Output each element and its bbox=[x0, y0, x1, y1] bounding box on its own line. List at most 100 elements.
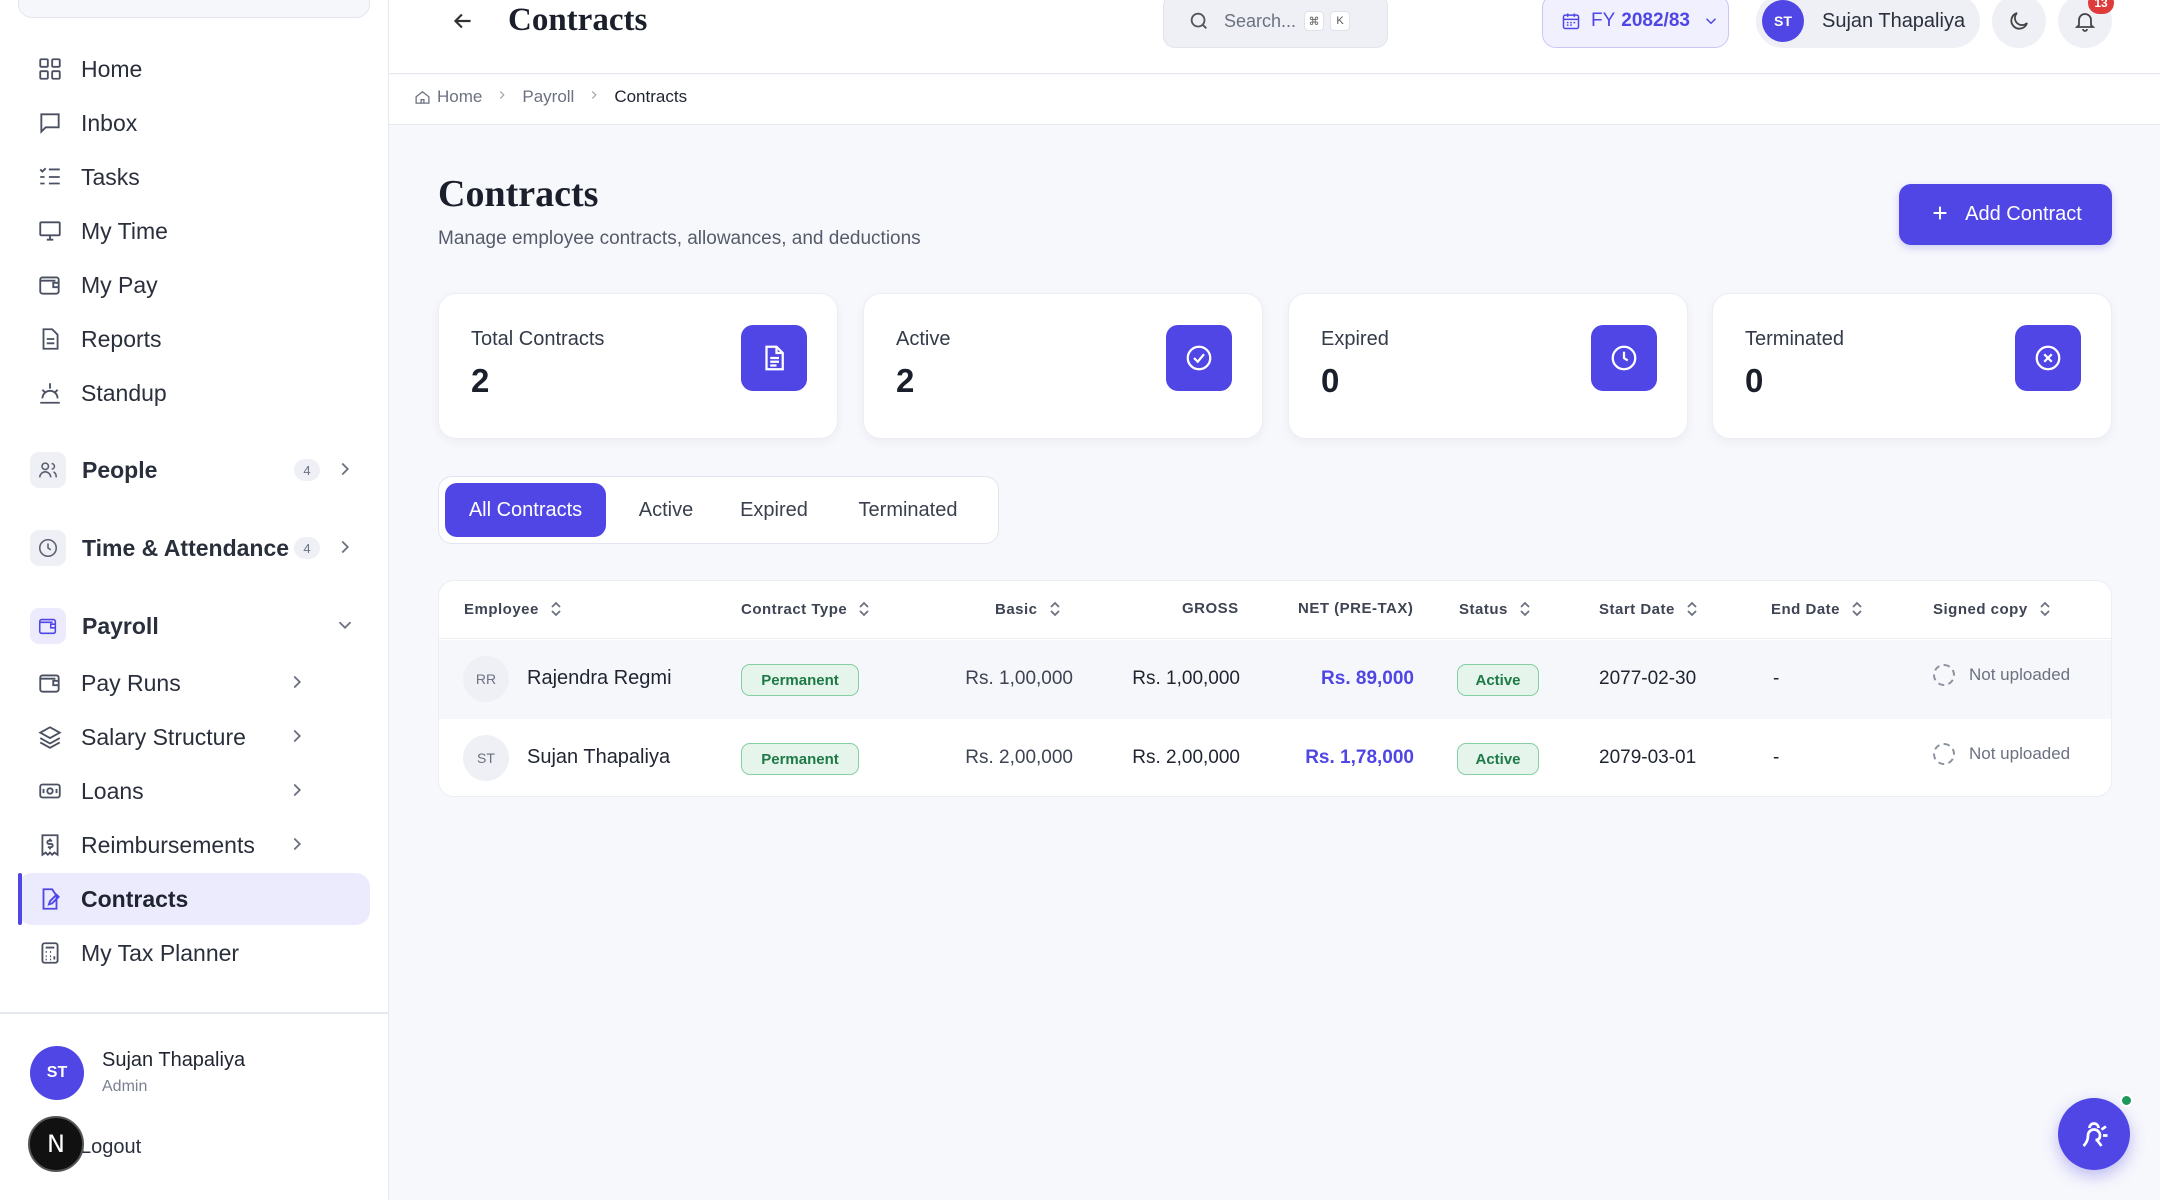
kbd-key: K bbox=[1330, 11, 1351, 31]
avatar[interactable]: ST bbox=[30, 1046, 84, 1100]
table-row[interactable]: RR Rajendra Regmi Permanent Rs. 1,00,000… bbox=[439, 640, 2111, 719]
column-header-gross: GROSS bbox=[1182, 600, 1239, 617]
count-badge: 4 bbox=[294, 537, 320, 559]
assistant-button[interactable] bbox=[2058, 1098, 2130, 1170]
sidebar-item-my-pay[interactable]: My Pay bbox=[18, 259, 370, 311]
stat-card-total: Total Contracts 2 bbox=[438, 293, 838, 439]
search-icon bbox=[1188, 10, 1210, 32]
column-label: NET (PRE-TAX) bbox=[1298, 600, 1414, 617]
table-row[interactable]: ST Sujan Thapaliya Permanent Rs. 2,00,00… bbox=[439, 719, 2111, 796]
employee-avatar: ST bbox=[463, 735, 509, 781]
tab-terminated[interactable]: Terminated bbox=[839, 483, 977, 537]
sidebar: Home Inbox Tasks My Time My Pay Reports … bbox=[0, 0, 389, 1200]
sidebar-item-my-time[interactable]: My Time bbox=[18, 205, 370, 257]
stat-label: Total Contracts bbox=[471, 328, 605, 350]
table-header: Employee Contract Type Basic GROSS NET (… bbox=[439, 581, 2111, 639]
chevron-right-icon bbox=[286, 671, 308, 699]
sidebar-item-label: Reimbursements bbox=[81, 831, 255, 858]
stat-value: 2 bbox=[896, 362, 915, 399]
sidebar-item-home[interactable]: Home bbox=[18, 43, 370, 95]
back-arrow-icon[interactable] bbox=[448, 6, 478, 36]
column-header-signed-copy[interactable]: Signed copy bbox=[1933, 600, 2052, 618]
start-date: 2079-03-01 bbox=[1599, 747, 1697, 768]
stat-value: 2 bbox=[471, 362, 490, 399]
tab-expired[interactable]: Expired bbox=[727, 483, 821, 537]
breadcrumb-current: Contracts bbox=[614, 87, 688, 106]
sidebar-item-my-tax-planner[interactable]: My Tax Planner bbox=[18, 927, 370, 979]
column-label: Status bbox=[1459, 600, 1508, 618]
chevron-right-icon bbox=[286, 779, 308, 807]
employee-name: Rajendra Regmi bbox=[527, 667, 672, 689]
add-contract-button[interactable]: Add Contract bbox=[1899, 184, 2112, 245]
sidebar-item-tasks[interactable]: Tasks bbox=[18, 151, 370, 203]
sidebar-group-people[interactable]: People 4 bbox=[18, 444, 370, 496]
contract-type-badge: Permanent bbox=[741, 743, 859, 775]
sidebar-item-reports[interactable]: Reports bbox=[18, 313, 370, 365]
sidebar-item-reimbursements[interactable]: Reimbursements bbox=[18, 819, 370, 871]
sidebar-item-label: Standup bbox=[81, 379, 167, 406]
breadcrumb-home[interactable]: Home bbox=[437, 87, 482, 107]
active-indicator bbox=[18, 873, 22, 925]
gross-salary: Rs. 1,00,000 bbox=[1132, 668, 1240, 689]
logout-link[interactable]: Logout bbox=[80, 1136, 141, 1159]
column-header-status[interactable]: Status bbox=[1459, 600, 1532, 618]
avatar: ST bbox=[1762, 0, 1804, 42]
accessibility-icon bbox=[2076, 1116, 2112, 1152]
basic-salary: Rs. 2,00,000 bbox=[965, 747, 1073, 768]
sidebar-item-standup[interactable]: Standup bbox=[18, 367, 370, 419]
header-title: Contracts bbox=[508, 2, 648, 38]
tab-all-contracts[interactable]: All Contracts bbox=[445, 483, 606, 537]
search-placeholder: Search... bbox=[1224, 10, 1297, 31]
chevron-right-icon bbox=[286, 833, 308, 861]
column-header-start-date[interactable]: Start Date bbox=[1599, 600, 1699, 618]
signed-copy-status[interactable]: Not uploaded bbox=[1933, 743, 2070, 765]
moon-icon bbox=[2007, 9, 2031, 33]
sidebar-item-pay-runs[interactable]: Pay Runs bbox=[18, 657, 370, 709]
sidebar-item-loans[interactable]: Loans bbox=[18, 765, 370, 817]
sidebar-item-salary-structure[interactable]: Salary Structure bbox=[18, 711, 370, 763]
column-header-contract-type[interactable]: Contract Type bbox=[741, 600, 871, 618]
user-role: Admin bbox=[102, 1078, 148, 1095]
sidebar-top-control[interactable] bbox=[18, 0, 370, 18]
net-salary: Rs. 1,78,000 bbox=[1305, 747, 1414, 768]
tab-active[interactable]: Active bbox=[623, 483, 709, 537]
calculator-icon bbox=[36, 939, 64, 967]
signed-copy-status[interactable]: Not uploaded bbox=[1933, 664, 2070, 686]
user-name: Sujan Thapaliya bbox=[102, 1049, 246, 1071]
column-header-end-date[interactable]: End Date bbox=[1771, 600, 1864, 618]
column-label: Basic bbox=[995, 600, 1038, 618]
chevron-right-icon bbox=[495, 87, 509, 107]
sidebar-group-payroll[interactable]: Payroll bbox=[18, 600, 370, 652]
sort-icon bbox=[1048, 600, 1062, 618]
column-label: Employee bbox=[464, 600, 539, 618]
breadcrumb: Home Payroll Contracts bbox=[414, 87, 687, 107]
grid-icon bbox=[36, 55, 64, 83]
stat-card-expired: Expired 0 bbox=[1288, 293, 1688, 439]
sidebar-item-contracts[interactable]: Contracts bbox=[18, 873, 370, 925]
user-menu[interactable]: ST Sujan Thapaliya bbox=[1756, 0, 1980, 48]
chevron-down-icon bbox=[1702, 12, 1720, 30]
dashed-circle-icon bbox=[1933, 743, 1955, 765]
column-header-basic[interactable]: Basic bbox=[995, 600, 1062, 618]
basic-salary: Rs. 1,00,000 bbox=[965, 668, 1073, 689]
chevron-right-icon bbox=[587, 87, 601, 107]
sort-icon bbox=[2038, 600, 2052, 618]
column-header-employee[interactable]: Employee bbox=[464, 600, 563, 618]
sidebar-group-time-attendance[interactable]: Time & Attendance 4 bbox=[18, 522, 370, 574]
employee-avatar: RR bbox=[463, 656, 509, 702]
status-badge: Active bbox=[1457, 664, 1539, 696]
fiscal-year-select[interactable]: FY 2082/83 bbox=[1542, 0, 1729, 48]
next-dev-badge[interactable]: N bbox=[28, 1116, 84, 1172]
stat-value: 0 bbox=[1321, 362, 1340, 399]
sidebar-item-inbox[interactable]: Inbox bbox=[18, 97, 370, 149]
wallet-icon bbox=[36, 271, 64, 299]
search-input[interactable]: Search... ⌘ K bbox=[1163, 0, 1388, 48]
start-date: 2077-02-30 bbox=[1599, 668, 1697, 689]
stat-label: Expired bbox=[1321, 328, 1389, 350]
stat-label: Active bbox=[896, 328, 951, 350]
chevron-right-icon bbox=[334, 536, 356, 564]
sidebar-item-label: Contracts bbox=[81, 885, 189, 912]
breadcrumb-payroll[interactable]: Payroll bbox=[522, 87, 574, 107]
gross-salary: Rs. 2,00,000 bbox=[1132, 747, 1240, 768]
stat-card-terminated: Terminated 0 bbox=[1712, 293, 2112, 439]
